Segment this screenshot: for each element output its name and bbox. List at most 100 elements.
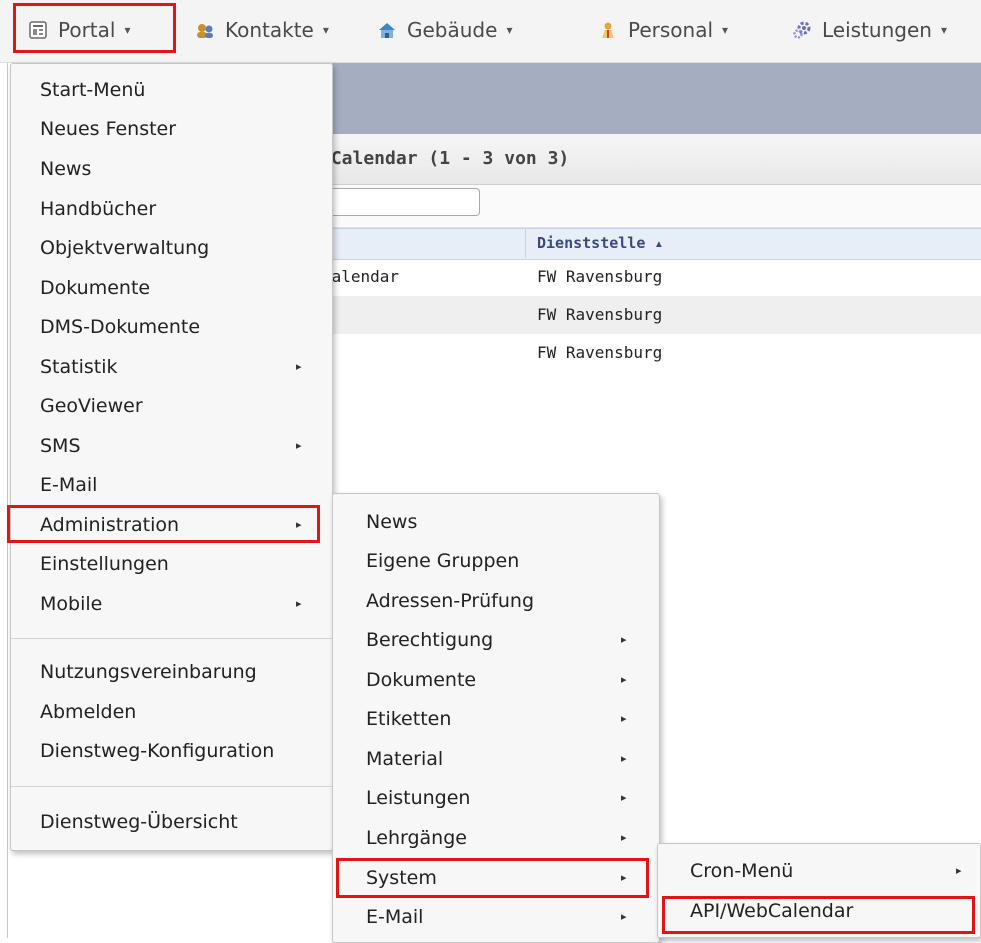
top-navbar: Portal ▾ Kontakte ▾ Gebäude ▾ Personal ▾…: [0, 0, 981, 63]
menu-item-berechtigung[interactable]: Berechtigung ▸: [333, 622, 659, 662]
menu-item-label: E-Mail: [40, 474, 98, 496]
table-row[interactable]: FW Ravensburg: [332, 334, 981, 372]
menu-item-material[interactable]: Material ▸: [333, 741, 659, 781]
menu-item-label: API/WebCalendar: [690, 900, 854, 922]
content-header-bar: [332, 63, 981, 134]
nav-kontakte[interactable]: Kontakte ▾: [195, 6, 329, 54]
chevron-down-icon: ▾: [124, 23, 131, 37]
nav-portal[interactable]: Portal ▾: [28, 6, 131, 54]
system-submenu: Cron-Menü ▸ API/WebCalendar: [657, 843, 981, 938]
menu-item-label: News: [40, 158, 92, 180]
menu-item-geoviewer[interactable]: GeoViewer: [11, 388, 332, 428]
menu-item-start-menue[interactable]: Start-Menü: [11, 72, 332, 112]
menu-item-dokumente[interactable]: Dokumente ▸: [333, 662, 659, 702]
menu-item-label: Objektverwaltung: [40, 237, 210, 259]
portal-icon: [28, 20, 48, 40]
grid-title-bar: bCalendar (1 - 3 von 3): [320, 134, 981, 185]
menu-item-api-webcalendar[interactable]: API/WebCalendar: [658, 893, 980, 933]
menu-item-e-mail[interactable]: E-Mail ▸: [333, 899, 659, 939]
menu-item-system[interactable]: System ▸: [333, 860, 659, 900]
menu-item-label: System: [366, 867, 437, 889]
portal-menu: Start-Menü Neues Fenster News Handbücher…: [10, 63, 333, 851]
menu-item-label: Material: [366, 748, 444, 770]
chevron-right-icon: ▸: [621, 871, 627, 884]
menu-item-label: Neues Fenster: [40, 118, 177, 140]
menu-item-statistik[interactable]: Statistik ▸: [11, 349, 332, 389]
menu-item-e-mail[interactable]: E-Mail: [11, 467, 332, 507]
menu-item-objektverwaltung[interactable]: Objektverwaltung: [11, 230, 332, 270]
services-icon: [792, 20, 812, 40]
chevron-right-icon: ▸: [621, 791, 627, 804]
menu-item-label: Mobile: [40, 593, 103, 615]
menu-item-label: Start-Menü: [40, 79, 146, 101]
nav-personal-label: Personal: [628, 18, 714, 42]
menu-item-abmelden[interactable]: Abmelden: [11, 694, 332, 734]
chevron-right-icon: ▸: [296, 439, 302, 452]
nav-leistungen-label: Leistungen: [822, 18, 932, 42]
chevron-right-icon: ▸: [621, 633, 627, 646]
menu-item-label: Leistungen: [366, 787, 471, 809]
chevron-right-icon: ▸: [621, 831, 627, 844]
menu-item-mobile[interactable]: Mobile ▸: [11, 586, 332, 626]
menu-item-label: Abmelden: [40, 701, 137, 723]
menu-item-label: Dienstweg-Konfiguration: [40, 740, 275, 762]
menu-item-dms-dokumente[interactable]: DMS-Dokumente: [11, 309, 332, 349]
chevron-right-icon: ▸: [296, 518, 302, 531]
chevron-right-icon: ▸: [296, 597, 302, 610]
nav-personal[interactable]: Personal ▾: [598, 6, 728, 54]
menu-item-lehrgaenge[interactable]: Lehrgänge ▸: [333, 820, 659, 860]
menu-item-dienstweg-uebersicht[interactable]: Dienstweg-Übersicht: [11, 804, 332, 844]
menu-item-label: Adressen-Prüfung: [366, 590, 535, 612]
chevron-down-icon: ▾: [722, 23, 729, 37]
menu-item-handbuecher[interactable]: Handbücher: [11, 191, 332, 231]
menu-item-leistungen[interactable]: Leistungen ▸: [333, 780, 659, 820]
nav-gebaeude[interactable]: Gebäude ▾: [377, 6, 512, 54]
menu-item-label: Etiketten: [366, 708, 452, 730]
building-icon: [377, 20, 397, 40]
menu-item-news[interactable]: News: [11, 151, 332, 191]
menu-item-einstellungen[interactable]: Einstellungen: [11, 546, 332, 586]
nav-leistungen[interactable]: Leistungen ▾: [792, 6, 947, 54]
column-dienststelle[interactable]: Dienststelle ▴: [537, 234, 663, 252]
menu-item-label: GeoViewer: [40, 395, 143, 417]
menu-item-label: E-Mail: [366, 906, 424, 928]
nav-portal-label: Portal: [58, 18, 116, 42]
menu-item-label: Administration: [40, 514, 180, 536]
grid-title: bCalendar (1 - 3 von 3): [320, 148, 570, 169]
filter-input[interactable]: [332, 188, 480, 216]
chevron-right-icon: ▸: [621, 910, 627, 923]
chevron-right-icon: ▸: [956, 864, 962, 877]
menu-item-administration[interactable]: Administration ▸: [11, 507, 332, 547]
menu-item-label: Handbücher: [40, 198, 157, 220]
menu-item-label: Statistik: [40, 356, 118, 378]
menu-item-label: Nutzungsvereinbarung: [40, 661, 257, 683]
menu-item-dienstweg-konfiguration[interactable]: Dienstweg-Konfiguration: [11, 733, 332, 773]
cell-dienststelle: FW Ravensburg: [537, 267, 663, 286]
chevron-down-icon: ▾: [506, 23, 513, 37]
table-row[interactable]: Calendar FW Ravensburg: [322, 258, 981, 296]
cell-name: Calendar: [322, 267, 400, 286]
menu-item-label: Dokumente: [40, 277, 151, 299]
nav-gebaeude-label: Gebäude: [407, 18, 498, 42]
personnel-icon: [598, 20, 618, 40]
menu-item-cron-menue[interactable]: Cron-Menü ▸: [658, 853, 980, 893]
menu-item-news[interactable]: News: [333, 504, 659, 544]
menu-item-label: Dienstweg-Übersicht: [40, 811, 238, 833]
menu-divider: [11, 638, 332, 639]
menu-item-adressen-pruefung[interactable]: Adressen-Prüfung: [333, 583, 659, 623]
content-left-border: [7, 63, 8, 938]
menu-item-etiketten[interactable]: Etiketten ▸: [333, 701, 659, 741]
menu-item-eigene-gruppen[interactable]: Eigene Gruppen: [333, 543, 659, 583]
menu-item-label: Dokumente: [366, 669, 477, 691]
menu-item-neues-fenster[interactable]: Neues Fenster: [11, 111, 332, 151]
menu-item-dokumente[interactable]: Dokumente: [11, 270, 332, 310]
menu-item-sms[interactable]: SMS ▸: [11, 428, 332, 468]
chevron-right-icon: ▸: [621, 673, 627, 686]
menu-item-nutzungsvereinbarung[interactable]: Nutzungsvereinbarung: [11, 654, 332, 694]
cell-dienststelle: FW Ravensburg: [537, 343, 663, 362]
table-row[interactable]: FW Ravensburg: [332, 296, 981, 334]
contacts-icon: [195, 20, 215, 40]
column-separator: [525, 228, 526, 258]
cell-dienststelle: FW Ravensburg: [537, 305, 663, 324]
grid-column-header: Dienststelle ▴: [332, 228, 981, 260]
